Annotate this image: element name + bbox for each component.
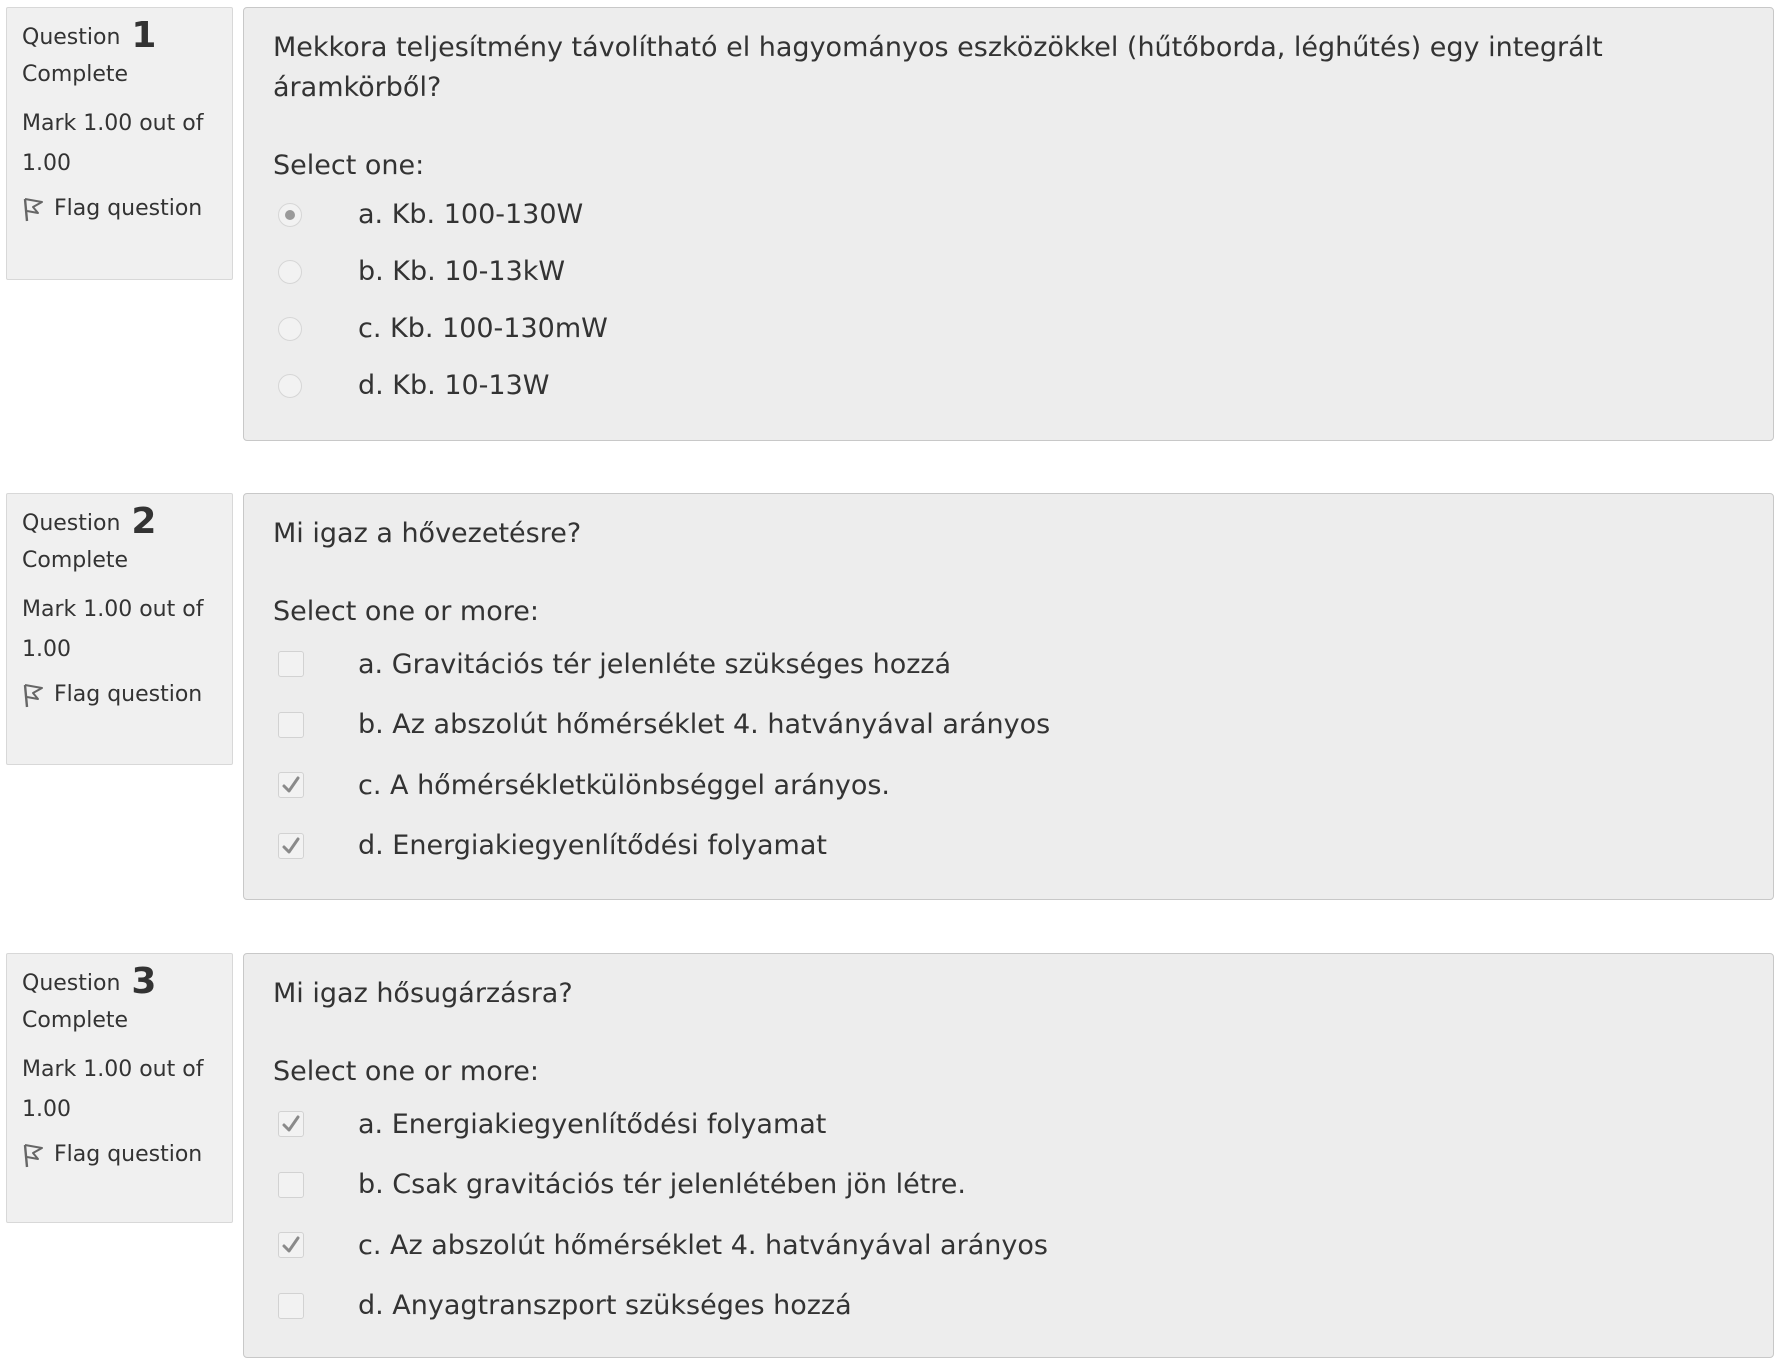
answer-option-c[interactable]: c. Az abszolút hőmérséklet 4. hatványáva… (273, 1215, 1745, 1276)
answer-option-d[interactable]: d. Anyagtranszport szükséges hozzá (273, 1276, 1745, 1337)
question-label: Question (22, 971, 121, 996)
radio-button[interactable] (278, 202, 302, 227)
question-text: Mi igaz hősugárzásra? (273, 978, 573, 1009)
answer-prompt: Select one or more: (273, 1056, 539, 1087)
checkbox[interactable] (278, 1292, 304, 1319)
checkmark-icon (282, 837, 300, 854)
question-grade: Mark 1.00 out of 1.00 (22, 1057, 204, 1122)
answer-option-b[interactable]: b. Az abszolút hőmérséklet 4. hatványáva… (273, 695, 1745, 756)
flag-question-button[interactable]: Flag question (22, 680, 223, 710)
answer-label: c. Kb. 100-130mW (358, 313, 608, 344)
question-label: Question (22, 511, 121, 536)
answer-list: a. Energiakiegyenlítődési folyamat b. Cs… (273, 1094, 1745, 1336)
flag-icon (23, 198, 43, 222)
flag-question-label: Flag question (54, 196, 203, 221)
question-info-panel: Question 1 Complete Mark 1.00 out of 1.0… (6, 7, 233, 280)
question-info-panel: Question 3 Complete Mark 1.00 out of 1.0… (6, 953, 233, 1223)
checkbox[interactable] (278, 1232, 304, 1259)
flag-icon (23, 1144, 43, 1168)
answer-list: a. Kb. 100-130W b. Kb. 10-13kW c. Kb. 10… (273, 186, 1745, 414)
checkmark-icon (282, 1115, 300, 1132)
answer-label: c. A hőmérsékletkülönbséggel arányos. (358, 769, 891, 801)
checkbox[interactable] (278, 772, 304, 799)
answer-label: a. Kb. 100-130W (358, 199, 584, 230)
checkbox[interactable] (278, 1111, 304, 1138)
question-content: Mi igaz a hővezetésre? Select one or mor… (243, 493, 1774, 900)
flag-question-label: Flag question (54, 682, 203, 707)
answer-option-c[interactable]: c. A hőmérsékletkülönbséggel arányos. (273, 755, 1745, 816)
answer-option-a[interactable]: a. Energiakiegyenlítődési folyamat (273, 1094, 1745, 1155)
answer-label: b. Csak gravitációs tér jelenlétében jön… (358, 1169, 966, 1201)
question-state: Complete (22, 1008, 129, 1033)
answer-prompt: Select one or more: (273, 596, 539, 627)
question-number: Question 1 (22, 18, 223, 56)
answer-label: b. Kb. 10-13kW (358, 256, 566, 287)
question-number-value: 2 (131, 501, 157, 542)
answer-list: a. Gravitációs tér jelenléte szükséges h… (273, 634, 1745, 876)
question-grade: Mark 1.00 out of 1.00 (22, 111, 204, 176)
flag-question-button[interactable]: Flag question (22, 1140, 223, 1170)
checkbox[interactable] (278, 832, 304, 859)
question-number: Question 2 (22, 504, 223, 542)
checkbox[interactable] (278, 711, 304, 738)
flag-question-button[interactable]: Flag question (22, 194, 223, 224)
answer-label: d. Energiakiegyenlítődési folyamat (358, 830, 827, 862)
question-state: Complete (22, 62, 129, 87)
question-grade: Mark 1.00 out of 1.00 (22, 597, 204, 662)
question-content: Mi igaz hősugárzásra? Select one or more… (243, 953, 1774, 1358)
answer-label: b. Az abszolút hőmérséklet 4. hatványáva… (358, 709, 1051, 741)
question-state: Complete (22, 548, 129, 573)
answer-label: d. Kb. 10-13W (358, 370, 550, 401)
answer-label: a. Gravitációs tér jelenléte szükséges h… (358, 648, 952, 680)
question-number-value: 3 (131, 961, 157, 1002)
checkbox[interactable] (278, 651, 304, 678)
question-text: Mi igaz a hővezetésre? (273, 518, 582, 549)
radio-selected-dot (285, 209, 295, 220)
answer-prompt: Select one: (273, 150, 425, 181)
radio-button[interactable] (278, 373, 302, 398)
question-number: Question 3 (22, 964, 223, 1002)
checkmark-icon (282, 776, 300, 793)
answer-label: d. Anyagtranszport szükséges hozzá (358, 1290, 852, 1322)
question-content: Mekkora teljesítmény távolítható el hagy… (243, 7, 1774, 441)
question-text: Mekkora teljesítmény távolítható el hagy… (273, 32, 1603, 103)
flag-icon (23, 684, 43, 708)
answer-label: c. Az abszolút hőmérséklet 4. hatványáva… (358, 1229, 1048, 1261)
answer-option-d[interactable]: d. Kb. 10-13W (273, 357, 1745, 414)
radio-button[interactable] (278, 316, 302, 341)
question-info-panel: Question 2 Complete Mark 1.00 out of 1.0… (6, 493, 233, 765)
answer-option-b[interactable]: b. Csak gravitációs tér jelenlétében jön… (273, 1155, 1745, 1216)
radio-button[interactable] (278, 259, 302, 284)
checkbox[interactable] (278, 1171, 304, 1198)
question-number-value: 1 (131, 15, 157, 56)
checkmark-icon (282, 1236, 300, 1253)
question-label: Question (22, 25, 121, 50)
answer-option-d[interactable]: d. Energiakiegyenlítődési folyamat (273, 816, 1745, 877)
flag-question-label: Flag question (54, 1142, 203, 1167)
answer-label: a. Energiakiegyenlítődési folyamat (358, 1108, 827, 1140)
answer-option-a[interactable]: a. Gravitációs tér jelenléte szükséges h… (273, 634, 1745, 695)
answer-option-a[interactable]: a. Kb. 100-130W (273, 186, 1745, 243)
answer-option-c[interactable]: c. Kb. 100-130mW (273, 300, 1745, 357)
answer-option-b[interactable]: b. Kb. 10-13kW (273, 243, 1745, 300)
